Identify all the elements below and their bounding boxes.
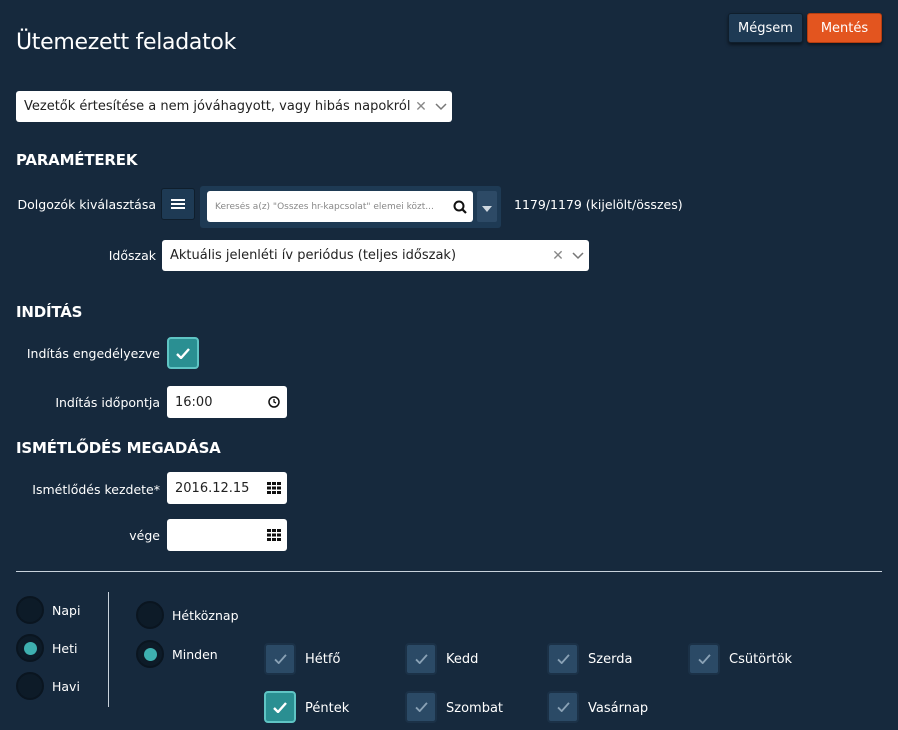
daymode-radio-all[interactable] <box>136 640 164 668</box>
clear-icon[interactable]: ✕ <box>412 99 430 115</box>
day-label-monday: Hétfő <box>305 652 341 667</box>
repeat-start-value: 2016.12.15 <box>175 480 250 496</box>
day-checkbox-tuesday[interactable] <box>405 643 437 675</box>
period-select-value: Aktuális jelenléti ív periódus (teljes i… <box>170 248 457 263</box>
divider <box>16 571 882 572</box>
chevron-down-icon[interactable] <box>430 91 452 122</box>
employees-label: Dolgozók kiválasztása <box>17 197 156 212</box>
day-checkbox-wednesday[interactable] <box>547 643 579 675</box>
check-icon <box>697 654 711 664</box>
frequency-radio-monthly[interactable] <box>16 672 44 700</box>
period-select[interactable]: Aktuális jelenléti ív periódus (teljes i… <box>162 240 589 271</box>
day-checkbox-thursday[interactable] <box>688 643 720 675</box>
repeat-start-label: Ismétlődés kezdete* <box>32 482 160 497</box>
day-checkbox-saturday[interactable] <box>405 691 437 723</box>
day-label-friday: Péntek <box>305 701 350 716</box>
search-placeholder: Keresés a(z) "Összes hr-kapcsolat" eleme… <box>215 201 434 212</box>
day-label-thursday: Csütörtök <box>729 652 793 667</box>
caret-down-icon <box>482 197 492 216</box>
cancel-button[interactable]: Mégsem <box>728 13 803 43</box>
daymode-label-weekdays: Hétköznap <box>172 608 239 623</box>
frequency-label-monthly: Havi <box>52 679 80 694</box>
check-icon <box>273 654 287 664</box>
check-icon <box>414 654 428 664</box>
frequency-radio-daily[interactable] <box>16 596 44 624</box>
period-label: Időszak <box>108 248 156 263</box>
vertical-divider <box>108 592 109 707</box>
radio-selected-dot <box>23 641 37 655</box>
clear-icon[interactable]: ✕ <box>549 248 567 264</box>
save-button[interactable]: Mentés <box>807 13 882 43</box>
start-enabled-label: Indítás engedélyezve <box>26 346 160 361</box>
frequency-label-weekly: Heti <box>52 641 78 656</box>
parameters-heading: PARAMÉTEREK <box>16 151 138 169</box>
calendar-icon[interactable] <box>261 482 287 494</box>
employee-search-input[interactable]: Keresés a(z) "Összes hr-kapcsolat" eleme… <box>207 191 473 222</box>
check-icon <box>176 344 190 363</box>
frequency-label-daily: Napi <box>52 603 81 618</box>
start-heading: INDÍTÁS <box>16 303 83 321</box>
task-select-value: Vezetők értesítése a nem jóváhagyott, va… <box>24 99 411 114</box>
repeat-start-input[interactable]: 2016.12.15 <box>167 472 287 504</box>
search-icon[interactable] <box>447 200 473 214</box>
clock-icon[interactable] <box>261 396 287 408</box>
check-icon <box>414 702 428 712</box>
task-select[interactable]: Vezetők értesítése a nem jóváhagyott, va… <box>16 91 452 122</box>
repeat-end-label: vége <box>129 528 160 543</box>
day-label-tuesday: Kedd <box>446 652 479 667</box>
start-time-label: Indítás időpontja <box>55 395 160 410</box>
start-enabled-checkbox[interactable] <box>167 337 199 369</box>
page-title: Ütemezett feladatok <box>16 30 237 55</box>
radio-selected-dot <box>143 647 157 661</box>
day-label-sunday: Vasárnap <box>588 701 649 716</box>
calendar-icon[interactable] <box>261 529 287 541</box>
list-icon <box>171 195 185 214</box>
check-icon <box>273 701 287 713</box>
start-time-value: 16:00 <box>175 394 213 410</box>
day-checkbox-friday[interactable] <box>264 691 296 723</box>
repeat-heading: ISMÉTLŐDÉS MEGADÁSA <box>16 439 221 457</box>
selection-count: 1179/1179 (kijelölt/összes) <box>514 197 683 212</box>
day-label-saturday: Szombat <box>446 701 504 716</box>
day-label-wednesday: Szerda <box>588 652 633 667</box>
daymode-radio-weekdays[interactable] <box>136 601 164 629</box>
repeat-end-input[interactable] <box>167 519 287 551</box>
search-dropdown-toggle[interactable] <box>477 191 497 222</box>
day-checkbox-monday[interactable] <box>264 643 296 675</box>
start-time-input[interactable]: 16:00 <box>167 386 287 418</box>
chevron-down-icon[interactable] <box>567 240 589 271</box>
check-icon <box>556 702 570 712</box>
frequency-radio-weekly[interactable] <box>16 634 44 662</box>
day-checkbox-sunday[interactable] <box>547 691 579 723</box>
check-icon <box>556 654 570 664</box>
list-toggle-button[interactable] <box>161 188 195 220</box>
daymode-label-all: Minden <box>172 647 218 662</box>
